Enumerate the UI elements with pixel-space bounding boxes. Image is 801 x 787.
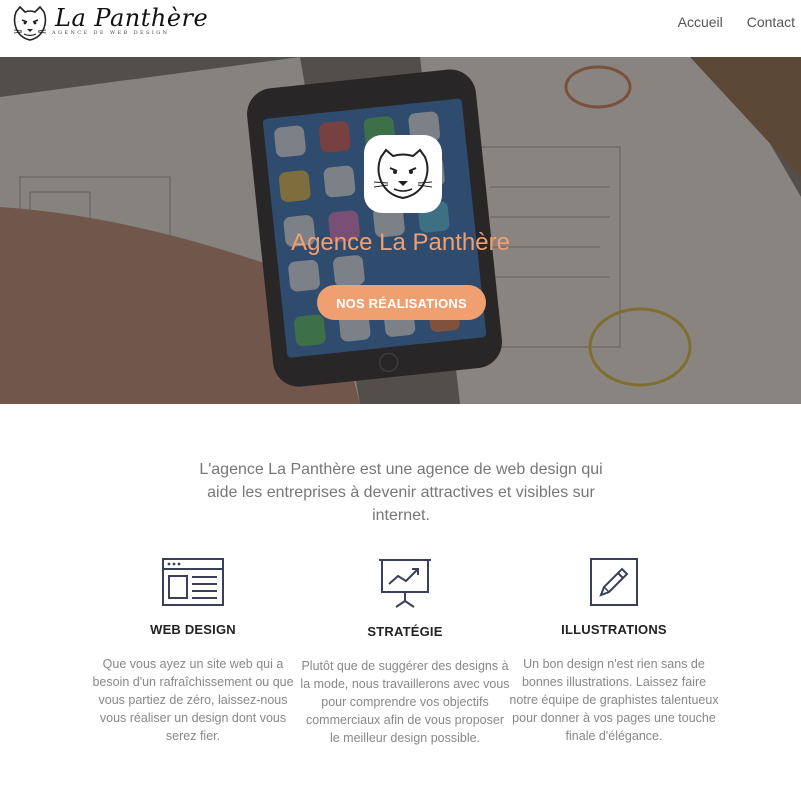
service-title: STRATÉGIE	[367, 624, 443, 639]
hero-section: Agence La Panthère NOS RÉALISATIONS	[0, 57, 801, 404]
nav-item-accueil[interactable]: Accueil	[678, 14, 723, 30]
service-web-design: WEB DESIGN Que vous ayez un site web qui…	[88, 557, 298, 745]
service-description: Un bon design n'est rien sans de bonnes …	[509, 657, 719, 743]
service-title: ILLUSTRATIONS	[561, 622, 667, 637]
intro-text: L'agence La Panthère est une agence de w…	[199, 461, 603, 524]
service-strategie: STRATÉGIE Plutôt que de suggérer des des…	[300, 557, 510, 747]
presentation-chart-icon	[379, 559, 431, 608]
service-title: WEB DESIGN	[150, 622, 236, 637]
brand-tagline: AGENCE DE WEB DESIGN	[52, 30, 170, 36]
panther-head-icon	[373, 148, 433, 200]
hero-logo-badge	[364, 135, 442, 213]
browser-window-icon	[162, 558, 224, 606]
service-illustrations: ILLUSTRATIONS Un bon design n'est rien s…	[509, 557, 719, 745]
service-description: Plutôt que de suggérer des designs à la …	[300, 659, 510, 745]
brand-logo[interactable]: La Panthère AGENCE DE WEB DESIGN	[10, 4, 208, 44]
panther-head-icon	[13, 5, 47, 41]
pencil-edit-icon	[590, 558, 638, 606]
hero-title: Agence La Panthère	[291, 229, 510, 256]
brand-name: La Panthère	[55, 4, 209, 32]
site-header: La Panthère AGENCE DE WEB DESIGN Accueil…	[0, 0, 801, 57]
realisations-button[interactable]: NOS RÉALISATIONS	[317, 285, 486, 320]
main-nav: Accueil Contact	[678, 14, 795, 30]
nav-item-contact[interactable]: Contact	[747, 14, 795, 30]
service-description: Que vous ayez un site web qui a besoin d…	[92, 657, 294, 743]
